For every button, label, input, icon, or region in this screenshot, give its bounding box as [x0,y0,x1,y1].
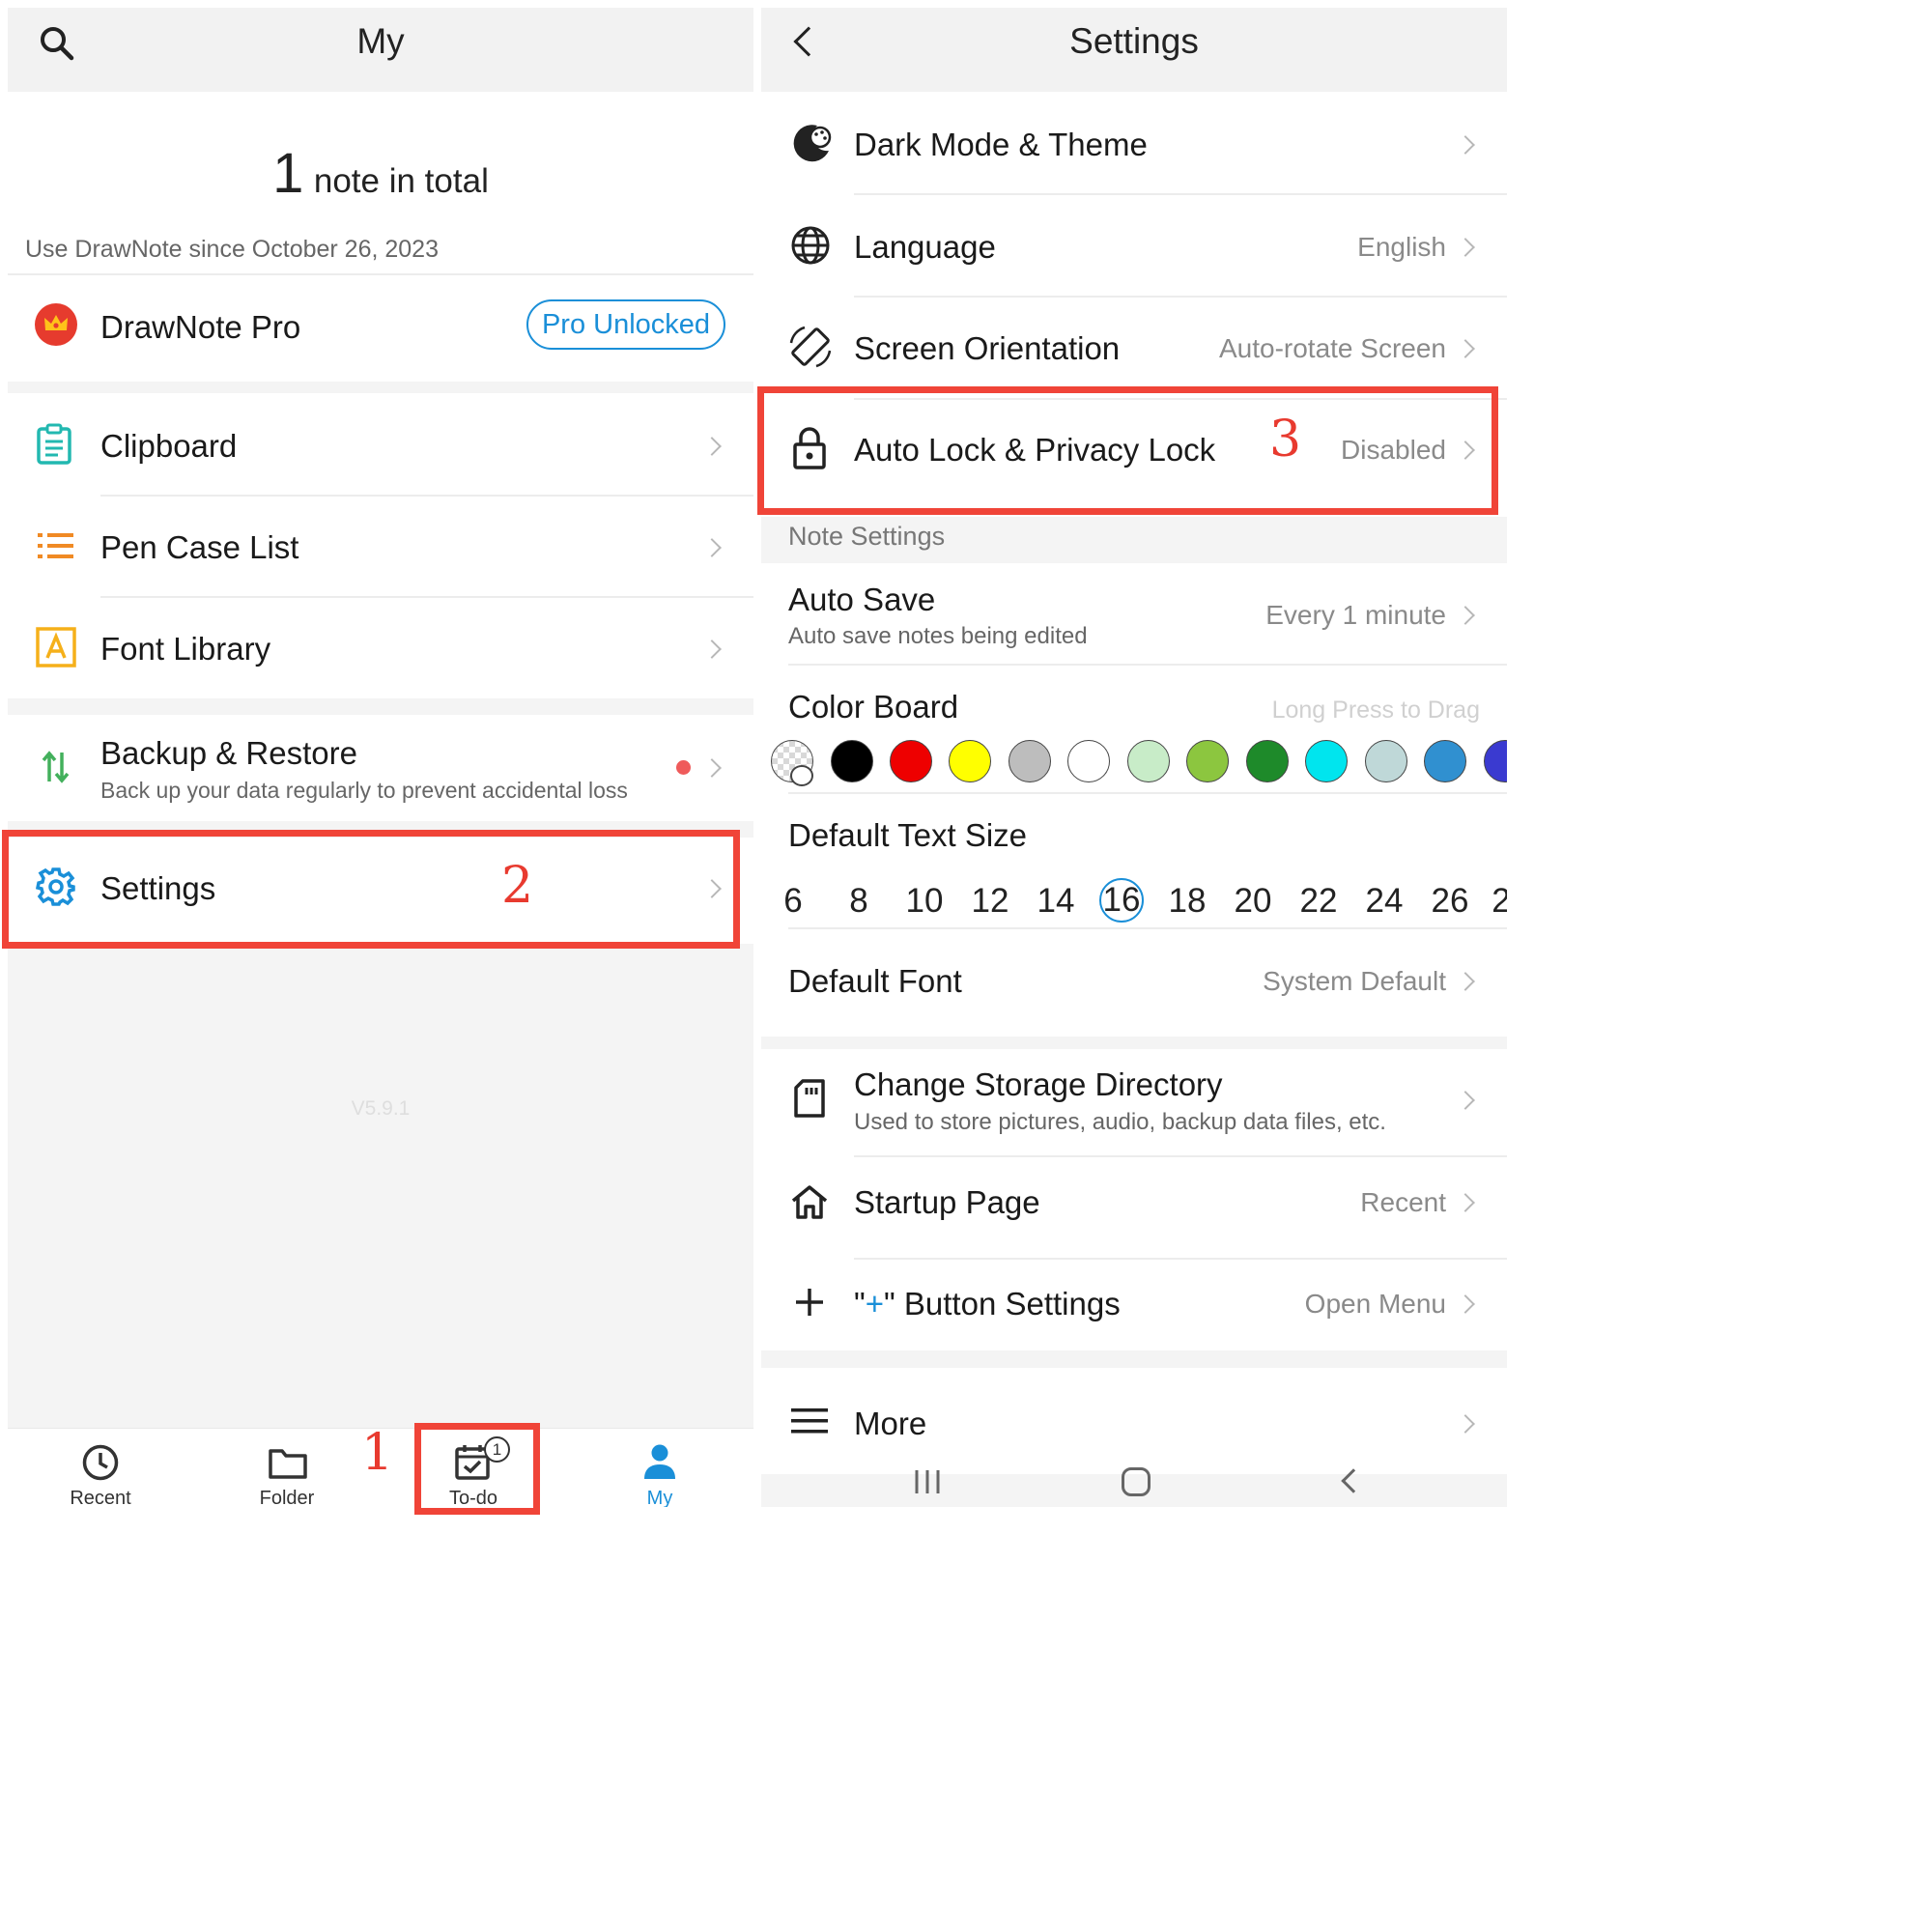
color-swatch[interactable] [1305,740,1348,782]
default-text-size-label: Default Text Size [788,817,1028,853]
text-size-option[interactable]: 24 [1366,882,1404,921]
note-count-number: 1 [272,142,304,205]
screen-orientation-label: Screen Orientation [854,330,1121,366]
highlight-box-todo [414,1423,540,1515]
quote-open: " [854,1286,866,1321]
plus-symbol: + [865,1286,884,1321]
default-font-label: Default Font [788,963,962,999]
list-icon [38,533,73,558]
text-size-option[interactable]: 22 [1300,882,1338,921]
plus-button-settings-label: "+" Button Settings [854,1286,1121,1322]
color-swatch[interactable] [1424,740,1466,782]
highlight-box-auto-lock [757,386,1498,515]
notification-dot [676,760,691,775]
auto-save-label: Auto Save [788,582,936,617]
usage-since: Use DrawNote since October 26, 2023 [25,236,439,263]
color-swatch[interactable] [1246,740,1289,782]
color-swatch[interactable] [1067,740,1110,782]
color-board-label: Color Board [788,689,959,724]
pen-case-list-label: Pen Case List [100,529,299,565]
clipboard-label: Clipboard [100,428,238,464]
hamburger-menu-icon [791,1408,828,1434]
text-size-option[interactable]: 26 [1432,882,1469,921]
plus-button-settings-text: Button Settings [895,1286,1121,1321]
text-size-option[interactable]: 14 [1037,882,1075,921]
change-storage-directory-subtitle: Used to store pictures, audio, backup da… [854,1109,1386,1135]
language-label: Language [854,229,996,265]
text-size-option[interactable]: 20 [1235,882,1272,921]
pro-unlocked-badge[interactable]: Pro Unlocked [526,299,725,350]
font-library-label: Font Library [100,631,271,667]
text-size-option[interactable]: 2 [1492,882,1507,921]
rotate-icon [789,326,832,368]
step-number-1: 1 [361,1424,394,1482]
color-swatch[interactable] [890,740,932,782]
my-screen: My 1 note in total Use DrawNote since Oc… [8,8,753,1507]
text-size-option[interactable]: 8 [849,882,867,921]
plus-button-settings-value: Open Menu [1304,1289,1446,1319]
color-swatch[interactable] [1365,740,1407,782]
startup-page-label: Startup Page [854,1184,1040,1220]
settings-screen: Settings Dark Mode & Theme Language Engl… [761,8,1507,1507]
note-settings-header: Note Settings [788,522,946,551]
backup-restore-label: Backup & Restore [100,735,357,771]
home-icon [791,1185,828,1219]
color-swatch[interactable] [1186,740,1229,782]
clock-icon [82,1444,119,1481]
color-swatch[interactable] [1127,740,1170,782]
startup-page-value: Recent [1360,1187,1446,1217]
quote-close: " [884,1286,895,1321]
note-count-text: note in total [313,162,489,200]
sd-card-icon [794,1079,825,1118]
tab-folder-label: Folder [259,1488,315,1507]
color-swatch[interactable] [949,740,991,782]
text-size-option[interactable]: 12 [972,882,1009,921]
text-size-option[interactable]: 10 [906,882,944,921]
tab-my-label: My [646,1488,673,1507]
crown-icon [35,303,77,346]
folder-icon [269,1449,307,1479]
clipboard-icon [37,423,71,465]
globe-icon [791,226,830,265]
recent-apps-icon[interactable] [913,1467,942,1496]
screen-orientation-value: Auto-rotate Screen [1218,333,1446,363]
highlight-box-settings [2,830,740,949]
auto-save-subtitle: Auto save notes being edited [788,623,1088,649]
auto-save-value: Every 1 minute [1265,600,1446,630]
color-swatch[interactable] [1009,740,1051,782]
drawnote-pro-label: DrawNote Pro [100,309,301,345]
change-storage-directory-label: Change Storage Directory [854,1066,1223,1102]
home-button-icon[interactable] [1122,1467,1151,1496]
page-title: My [356,21,405,61]
more-label: More [854,1406,927,1441]
default-font-value: System Default [1263,966,1446,996]
version-label: V5.9.1 [351,1097,411,1120]
text-size-option[interactable]: 18 [1169,882,1207,921]
sync-arrows-icon [42,751,70,783]
step-number-2: 2 [501,857,534,915]
text-size-option[interactable]: 6 [783,882,802,921]
text-size-option-selected[interactable]: 16 [1099,878,1144,923]
color-board-hint: Long Press to Drag [1271,696,1480,724]
tab-recent-label: Recent [70,1488,131,1507]
dark-mode-theme-label: Dark Mode & Theme [854,127,1148,162]
plus-icon [796,1289,823,1316]
note-count: 1 note in total [8,141,753,206]
color-swatch[interactable] [831,740,873,782]
language-value: English [1357,232,1446,262]
step-number-3: 3 [1269,411,1302,469]
person-icon [644,1444,675,1479]
backup-restore-subtitle: Back up your data regularly to prevent a… [100,778,628,803]
palette-moon-icon [793,125,832,162]
palette-icon [790,765,813,786]
page-title: Settings [1069,21,1199,61]
font-icon [36,627,76,668]
